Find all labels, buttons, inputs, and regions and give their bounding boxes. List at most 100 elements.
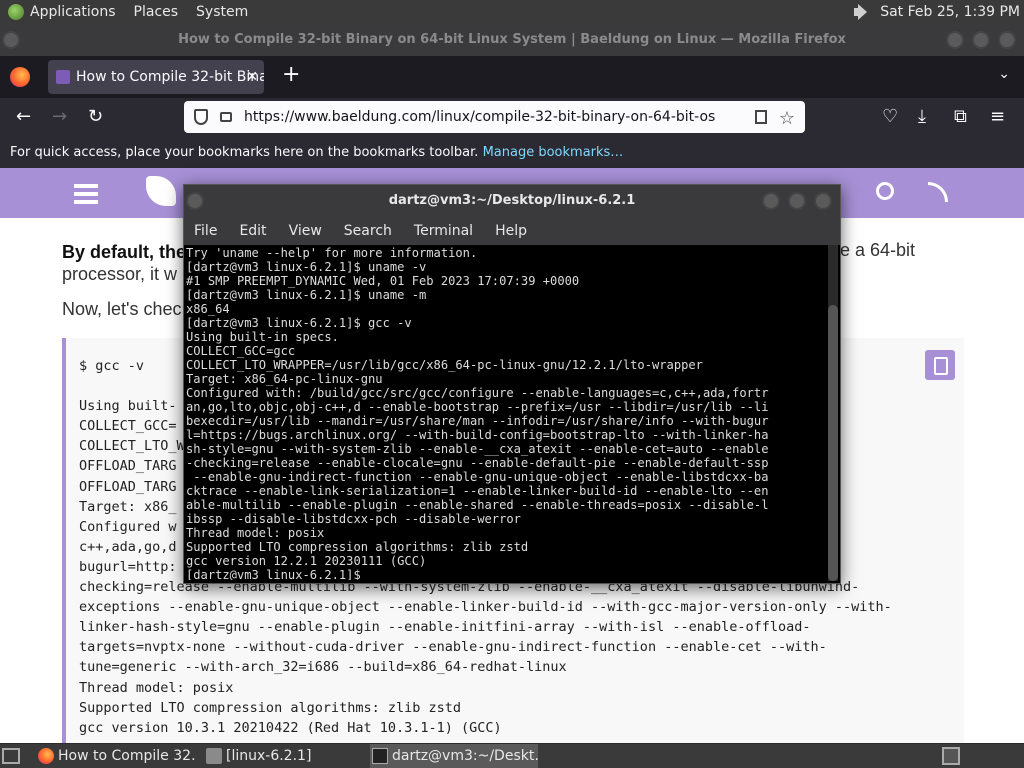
terminal-line: --enable-gnu-indirect-function --enable-… [186, 470, 769, 484]
bottom-panel: How to Compile 32… [linux-6.2.1] dartz@v… [0, 744, 1024, 768]
terminal-line: [dartz@vm3 linux-6.2.1]$ uname -m [186, 288, 427, 302]
menu-view[interactable]: View [289, 217, 322, 245]
baeldung-logo-icon[interactable] [146, 176, 176, 206]
code-line: Thread model: posix [79, 679, 234, 696]
workspace-switcher-icon[interactable] [942, 747, 960, 765]
terminal-line: [dartz@vm3 linux-6.2.1]$ uname -v [186, 260, 427, 274]
taskbar-item-label: dartz@vm3:~/Deskt… [392, 748, 538, 764]
terminal-line: bexecdir=/usr/lib --mandir=/usr/share/ma… [186, 414, 769, 428]
url-bar[interactable]: https://www.baeldung.com/linux/compile-3… [184, 101, 805, 133]
menu-help[interactable]: Help [495, 217, 527, 245]
terminal-line: Supported LTO compression algorithms: zl… [186, 540, 529, 554]
nav-bar: ← → ↻ https://www.baeldung.com/linux/com… [0, 98, 1024, 138]
terminal-line: [dartz@vm3 linux-6.2.1]$ [186, 568, 369, 580]
tab-active[interactable]: How to Compile 32-bit Binary on 64-bit L… [48, 60, 264, 94]
folder-icon [206, 748, 222, 764]
menu-logo-icon[interactable] [8, 4, 24, 20]
firefox-view-icon[interactable] [10, 67, 30, 87]
firefox-icon [38, 748, 54, 764]
menu-places[interactable]: Places [134, 4, 179, 20]
new-tab-icon[interactable]: + [282, 62, 300, 87]
back-icon[interactable]: ← [16, 106, 31, 127]
manage-bookmarks-link[interactable]: Manage bookmarks… [483, 145, 624, 160]
taskbar-item-label: [linux-6.2.1] [226, 748, 312, 764]
tab-close-icon[interactable]: ✕ [246, 60, 258, 94]
taskbar-item-label: How to Compile 32… [58, 748, 196, 764]
terminal-window-menu-button[interactable] [186, 192, 204, 210]
terminal-line: able-multilib --enable-plugin --enable-s… [186, 498, 769, 512]
show-desktop-icon[interactable] [2, 748, 20, 764]
code-line: tune=generic --with-arch_32=i686 --build… [79, 659, 567, 676]
code-line: linker-hash-style=gnu --enable-plugin --… [79, 619, 811, 636]
article-intro-continued: processor, it w [62, 264, 178, 284]
firefox-window-title: How to Compile 32-bit Binary on 64-bit L… [178, 32, 846, 47]
terminal-line: x86_64 [186, 302, 230, 316]
article-intro-right: e a 64-bit [840, 240, 916, 260]
terminal-title: dartz@vm3:~/Desktop/linux-6.2.1 [388, 193, 636, 208]
search-icon[interactable] [876, 182, 894, 200]
terminal-titlebar: dartz@vm3:~/Desktop/linux-6.2.1 [184, 185, 840, 217]
app-menu-icon[interactable]: ≡ [990, 106, 1005, 127]
close-button[interactable] [998, 31, 1016, 49]
terminal-line: l=https://bugs.archlinux.org/ --with-bui… [186, 428, 769, 442]
firefox-titlebar: How to Compile 32-bit Binary on 64-bit L… [0, 24, 1024, 56]
terminal-menubar: File Edit View Search Terminal Help [184, 217, 840, 245]
terminal-line: Try 'uname --help' for more information. [186, 246, 478, 260]
taskbar-item-terminal[interactable]: dartz@vm3:~/Deskt… [370, 744, 538, 768]
maximize-button[interactable] [972, 31, 990, 49]
bookmarks-hint: For quick access, place your bookmarks h… [10, 145, 479, 160]
terminal-line: ibssp --disable-libstdcxx-pch --disable-… [186, 512, 521, 526]
pocket-icon[interactable]: ♡ [882, 106, 898, 127]
menu-search[interactable]: Search [344, 217, 392, 245]
terminal-line: sh-style=gnu --with-system-zlib --enable… [186, 442, 769, 456]
window-menu-button[interactable] [2, 31, 20, 49]
menu-system[interactable]: System [196, 4, 248, 20]
rss-icon[interactable] [928, 182, 948, 202]
terminal-line: COLLECT_LTO_WRAPPER=/usr/lib/gcc/x86_64-… [186, 358, 703, 372]
terminal-line: cktrace --enable-link-serialization=1 --… [186, 484, 769, 498]
terminal-line: #1 SMP PREEMPT_DYNAMIC Wed, 01 Feb 2023 … [186, 274, 580, 288]
code-line: exceptions --enable-gnu-unique-object --… [79, 599, 892, 616]
reader-view-icon[interactable] [755, 110, 767, 124]
terminal-line: COLLECT_GCC=gcc [186, 344, 296, 358]
reload-icon[interactable]: ↻ [88, 106, 103, 127]
code-line: gcc version 10.3.1 20210422 (Red Hat 10.… [79, 719, 502, 736]
terminal-minimize-button[interactable] [762, 192, 780, 210]
terminal-line: Thread model: posix [186, 526, 325, 540]
menu-applications[interactable]: Applications [30, 4, 116, 20]
tracking-shield-icon[interactable] [194, 109, 208, 125]
downloads-icon[interactable]: ⤓ [918, 106, 926, 127]
taskbar-item-folder[interactable]: [linux-6.2.1] [204, 744, 364, 768]
article-paragraph: Now, let's chec [62, 299, 182, 319]
terminal-line: an,go,lto,objc,obj-c++,d --enable-bootst… [186, 400, 769, 414]
terminal-window[interactable]: dartz@vm3:~/Desktop/linux-6.2.1 File Edi… [183, 184, 841, 584]
terminal-maximize-button[interactable] [788, 192, 806, 210]
terminal-line: Target: x86_64-pc-linux-gnu [186, 372, 383, 386]
taskbar-item-firefox[interactable]: How to Compile 32… [36, 744, 196, 768]
bookmark-star-icon[interactable]: ☆ [779, 103, 795, 135]
terminal-scrollbar-thumb[interactable] [828, 305, 838, 581]
terminal-line: Using built-in specs. [186, 330, 339, 344]
hamburger-menu-icon[interactable] [74, 184, 98, 204]
terminal-output[interactable]: Try 'uname --help' for more information.… [186, 246, 826, 580]
clock[interactable]: Sat Feb 25, 1:39 PM [880, 4, 1020, 20]
terminal-line: [dartz@vm3 linux-6.2.1]$ gcc -v [186, 316, 412, 330]
menu-terminal[interactable]: Terminal [414, 217, 473, 245]
terminal-line: Configured with: /build/gcc/src/gcc/conf… [186, 386, 769, 400]
url-text[interactable]: https://www.baeldung.com/linux/compile-3… [244, 109, 715, 125]
top-panel: Applications Places System Sat Feb 25, 1… [0, 0, 1024, 24]
menu-edit[interactable]: Edit [239, 217, 266, 245]
volume-icon[interactable] [852, 3, 872, 21]
menu-file[interactable]: File [194, 217, 217, 245]
tab-title: How to Compile 32-bit Binary on 64-bit L… [76, 69, 264, 85]
forward-icon[interactable]: → [52, 106, 67, 127]
terminal-line: -checking=release --enable-clocale=gnu -… [186, 456, 769, 470]
terminal-close-button[interactable] [814, 192, 832, 210]
list-tabs-chevron-icon[interactable]: ⌄ [998, 66, 1010, 82]
code-line: Supported LTO compression algorithms: zl… [79, 699, 462, 716]
extensions-icon[interactable]: ⧉ [954, 106, 967, 127]
baeldung-favicon-icon [56, 70, 70, 84]
bookmarks-toolbar: For quick access, place your bookmarks h… [0, 138, 1024, 168]
minimize-button[interactable] [946, 31, 964, 49]
lock-icon[interactable] [220, 112, 232, 122]
